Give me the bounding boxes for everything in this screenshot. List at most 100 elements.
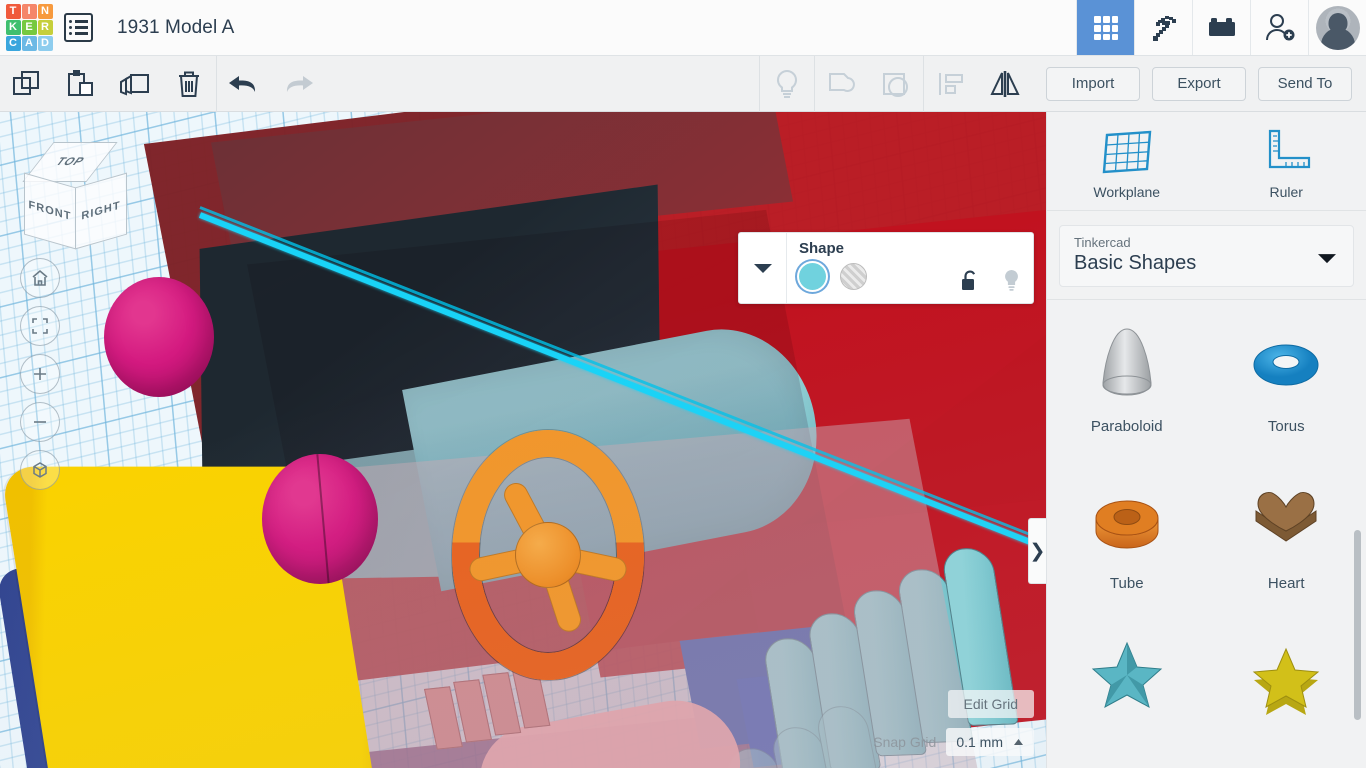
model-sphere-1[interactable]	[104, 277, 214, 397]
shape-item-label: Tube	[1110, 575, 1144, 592]
orthographic-box-icon	[30, 460, 50, 480]
shape-library-item-4[interactable]	[1047, 632, 1207, 718]
shape-library-grid: Paraboloid Torus Tube Heart	[1047, 300, 1366, 768]
logo-letter-k-3: K	[6, 20, 21, 35]
align-button[interactable]	[924, 56, 978, 112]
duplicate-button[interactable]	[108, 56, 162, 112]
gallery-grid-button[interactable]	[1076, 0, 1134, 55]
gallery-grid-icon	[1091, 13, 1121, 43]
copy-icon	[11, 69, 43, 99]
mirror-button[interactable]	[978, 56, 1032, 112]
list-icon	[64, 13, 93, 42]
hole-swatch[interactable]	[840, 263, 867, 290]
paste-button[interactable]	[54, 56, 108, 112]
import-button[interactable]: Import	[1046, 67, 1140, 101]
workplane-tool[interactable]: Workplane	[1047, 126, 1207, 200]
3d-viewport[interactable]: TOP FRONT RIGHT	[0, 112, 1046, 768]
ungroup-tools	[815, 56, 923, 111]
logo-letter-i-1: I	[22, 4, 37, 19]
workplane-icon	[1098, 126, 1156, 176]
separate-shapes-icon	[879, 68, 913, 100]
redo-arrow-icon	[280, 71, 316, 97]
shape-library-item-torus[interactable]: Torus	[1207, 318, 1366, 435]
model-steering-wheel[interactable]	[452, 430, 644, 680]
group-tools	[760, 56, 814, 111]
sidebar-tools-row: Workplane Ruler	[1047, 112, 1366, 210]
align-icon	[935, 69, 967, 99]
panel-collapse-tab[interactable]: ❯	[1028, 518, 1046, 584]
edit-grid-button[interactable]: Edit Grid	[948, 690, 1034, 718]
right-sidebar: Workplane Ruler	[1046, 112, 1366, 768]
workspace-body: TOP FRONT RIGHT	[0, 112, 1366, 768]
tube-shape-icon	[1084, 475, 1170, 561]
view-orientation-cube[interactable]: TOP FRONT RIGHT	[22, 142, 126, 246]
shape-library-item-heart[interactable]: Heart	[1207, 475, 1366, 592]
view-cube-face-right[interactable]: RIGHT	[75, 173, 127, 250]
logo-letter-t-0: T	[6, 4, 21, 19]
logo-letter-e-4: E	[22, 20, 37, 35]
viewport-nav-controls	[20, 258, 60, 490]
minecraft-button[interactable]	[1134, 0, 1192, 55]
paraboloid-shape-icon	[1084, 318, 1170, 404]
orthographic-toggle-button[interactable]	[20, 450, 60, 490]
group-button[interactable]	[760, 56, 814, 112]
heart-shape-icon	[1243, 475, 1329, 561]
shape-library-item-paraboloid[interactable]: Paraboloid	[1047, 318, 1207, 435]
zoom-out-button[interactable]	[20, 402, 60, 442]
delete-button[interactable]	[162, 56, 216, 112]
header-icon-group	[1076, 0, 1366, 55]
history-tools	[217, 56, 325, 111]
chevron-up-icon	[1013, 738, 1024, 746]
solid-color-swatch[interactable]	[799, 263, 826, 290]
shape-inspector-popup[interactable]: Shape	[738, 232, 1034, 304]
sidebar-divider-1	[1047, 210, 1366, 211]
avatar	[1316, 6, 1360, 50]
undo-button[interactable]	[217, 56, 271, 112]
ruler-tool-label: Ruler	[1270, 184, 1303, 200]
copy-button[interactable]	[0, 56, 54, 112]
undo-arrow-icon	[226, 71, 262, 97]
steering-wheel-hub	[515, 522, 581, 588]
view-cube-face-front[interactable]: FRONT	[24, 173, 76, 250]
design-list-button[interactable]	[58, 0, 93, 55]
logo-letter-r-5: R	[38, 20, 53, 35]
redo-button[interactable]	[271, 56, 325, 112]
send-to-button[interactable]: Send To	[1258, 67, 1352, 101]
star-pointed-shape-icon	[1084, 632, 1170, 718]
lego-brick-icon	[1206, 14, 1238, 42]
shape-library-item-5[interactable]	[1207, 632, 1366, 718]
logo-letter-c-6: C	[6, 36, 21, 51]
shape-item-label: Torus	[1268, 418, 1305, 435]
chevron-down-icon	[1317, 252, 1337, 265]
top-header-bar: TINKERCAD 1931 Model A	[0, 0, 1366, 56]
chevron-down-icon	[752, 261, 774, 275]
ruler-tool[interactable]: Ruler	[1207, 126, 1366, 200]
invite-people-button[interactable]	[1250, 0, 1308, 55]
clipboard-tools	[0, 56, 216, 111]
blocks-button[interactable]	[1192, 0, 1250, 55]
zoom-in-button[interactable]	[20, 354, 60, 394]
library-collection-label: Basic Shapes	[1074, 252, 1339, 275]
shape-library-scrollbar[interactable]	[1354, 530, 1361, 720]
shape-item-label: Paraboloid	[1091, 418, 1163, 435]
shape-popup-collapse-button[interactable]	[739, 233, 787, 303]
fit-to-view-icon	[30, 316, 50, 336]
shape-popup-title: Shape	[799, 240, 1021, 257]
separate-button[interactable]	[869, 56, 923, 112]
avatar-button[interactable]	[1308, 0, 1366, 55]
lightbulb-icon[interactable]	[1002, 268, 1021, 293]
tinkercad-logo[interactable]: TINKERCAD	[0, 0, 58, 55]
fit-to-view-button[interactable]	[20, 306, 60, 346]
shape-popup-actions	[960, 268, 1021, 293]
snap-grid-row: Snap Grid 0.1 mm	[873, 728, 1034, 756]
file-action-buttons: Import Export Send To	[1032, 67, 1366, 101]
shape-library-dropdown[interactable]: Tinkercad Basic Shapes	[1059, 225, 1354, 287]
home-view-button[interactable]	[20, 258, 60, 298]
export-button[interactable]: Export	[1152, 67, 1246, 101]
header-spacer	[234, 0, 1076, 55]
unlocked-padlock-icon[interactable]	[960, 269, 980, 293]
zoom-out-icon	[30, 412, 50, 432]
ungroup-button[interactable]	[815, 56, 869, 112]
snap-grid-select[interactable]: 0.1 mm	[946, 728, 1034, 756]
shape-library-item-tube[interactable]: Tube	[1047, 475, 1207, 592]
